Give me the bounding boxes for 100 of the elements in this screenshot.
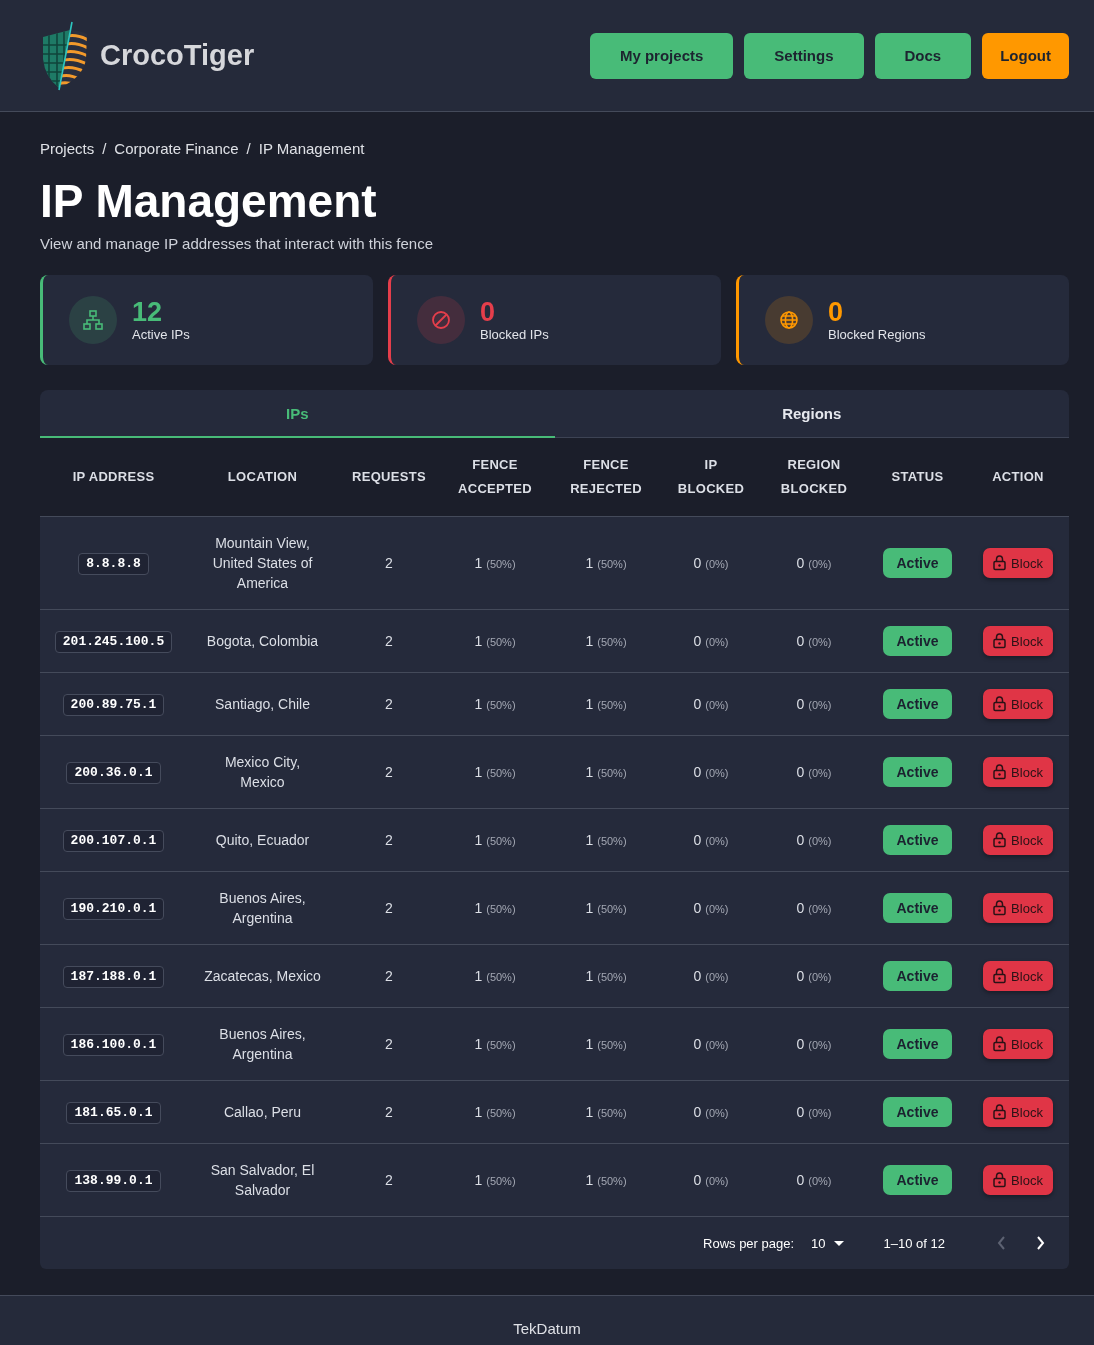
location-cell: Callao, Peru [187,1080,338,1144]
count-value: 1 [585,695,594,712]
rows-per-page-select[interactable]: 10 [811,1235,844,1251]
lock-icon [993,633,1007,649]
status-badge: Active [883,1097,952,1127]
chevron-left-icon [997,1236,1006,1250]
lock-icon [993,1172,1007,1188]
percent-value: (50%) [597,698,627,711]
percent-value: (0%) [808,766,832,779]
percent-value: (50%) [486,557,516,570]
count-value: 0 [796,1103,805,1120]
ip-address: 200.36.0.1 [66,761,161,784]
column-header: REQUESTS [338,438,440,517]
percent-value: (50%) [486,698,516,711]
location-cell: Mexico City, Mexico [187,735,338,809]
lock-icon [993,832,1007,848]
percent-value: (0%) [705,1038,729,1051]
stat-label: Active IPs [132,327,190,343]
count-value: 1 [585,831,594,848]
block-button[interactable]: Block [983,626,1053,656]
block-button[interactable]: Block [983,1165,1053,1195]
block-button[interactable]: Block [983,689,1053,719]
caret-icon [833,1240,844,1246]
percent-value: (0%) [808,1038,832,1051]
page-range: 1–10 of 12 [883,1235,945,1251]
count-value: 0 [693,632,702,649]
column-header: ACTION [967,438,1069,517]
block-button[interactable]: Block [983,548,1053,578]
stat-label: Blocked Regions [828,327,926,343]
percent-value: (0%) [705,1106,729,1119]
percent-value: (0%) [808,1174,832,1187]
ip-address: 138.99.0.1 [66,1169,161,1192]
count-value: 0 [693,1171,702,1188]
count-value: 1 [474,695,483,712]
status-badge: Active [883,893,952,923]
percent-value: (50%) [597,766,627,779]
percent-value: (50%) [597,970,627,983]
block-button[interactable]: Block [983,825,1053,855]
count-value: 1 [585,899,594,916]
ip-address: 8.8.8.8 [78,552,149,575]
requests-cell: 2 [338,871,440,945]
column-header: FENCE REJECTED [550,438,662,517]
lock-icon [993,1104,1007,1120]
count-value: 0 [796,554,805,571]
column-header: LOCATION [187,438,338,517]
nav-button[interactable]: Settings [744,32,864,79]
tab[interactable]: Regions [554,390,1069,438]
block-button[interactable]: Block [983,1029,1053,1059]
location-cell: Buenos Aires, Argentina [187,871,338,945]
count-value: 0 [796,695,805,712]
percent-value: (0%) [705,1174,729,1187]
column-header: REGION BLOCKED [760,438,868,517]
count-value: 1 [585,1103,594,1120]
count-value: 1 [585,1171,594,1188]
count-value: 1 [474,763,483,780]
block-button[interactable]: Block [983,961,1053,991]
breadcrumb-link[interactable]: Projects [40,138,95,160]
count-value: 0 [693,554,702,571]
count-value: 0 [796,632,805,649]
percent-value: (50%) [486,1174,516,1187]
page-subtitle: View and manage IP addresses that interact with this fence [40,235,434,253]
percent-value: (0%) [705,970,729,983]
block-button[interactable]: Block [983,757,1053,787]
ip-address: 200.89.75.1 [62,693,165,716]
block-button[interactable]: Block [983,893,1053,923]
lock-icon [993,1036,1007,1052]
breadcrumb-link[interactable]: Corporate Finance [114,138,239,160]
count-value: 0 [693,1103,702,1120]
count-value: 1 [585,632,594,649]
status-badge: Active [883,825,952,855]
count-value: 0 [796,763,805,780]
count-value: 0 [693,1035,702,1052]
column-header: IP ADDRESS [40,438,187,517]
requests-cell: 2 [338,1080,440,1144]
percent-value: (0%) [808,902,832,915]
block-button[interactable]: Block [983,1097,1053,1127]
location-cell: Buenos Aires, Argentina [187,1007,338,1081]
percent-value: (0%) [808,698,832,711]
count-value: 1 [585,763,594,780]
nav-button[interactable]: My projects [589,32,734,79]
nav-button[interactable]: Docs [874,32,972,79]
percent-value: (50%) [486,902,516,915]
ip-address: 201.245.100.5 [54,630,173,653]
status-badge: Active [883,548,952,578]
requests-cell: 2 [338,1007,440,1081]
requests-cell: 2 [338,609,440,673]
status-badge: Active [883,757,952,787]
percent-value: (0%) [808,1106,832,1119]
lock-icon [993,555,1007,571]
globe-icon [765,296,813,344]
status-badge: Active [883,1165,952,1195]
percent-value: (0%) [705,698,729,711]
nav-button[interactable]: Logout [982,32,1069,79]
count-value: 0 [796,1171,805,1188]
count-value: 0 [693,967,702,984]
location-cell: Bogota, Colombia [187,609,338,673]
requests-cell: 2 [338,672,440,736]
percent-value: (50%) [597,1106,627,1119]
percent-value: (50%) [597,834,627,847]
percent-value: (50%) [597,1038,627,1051]
